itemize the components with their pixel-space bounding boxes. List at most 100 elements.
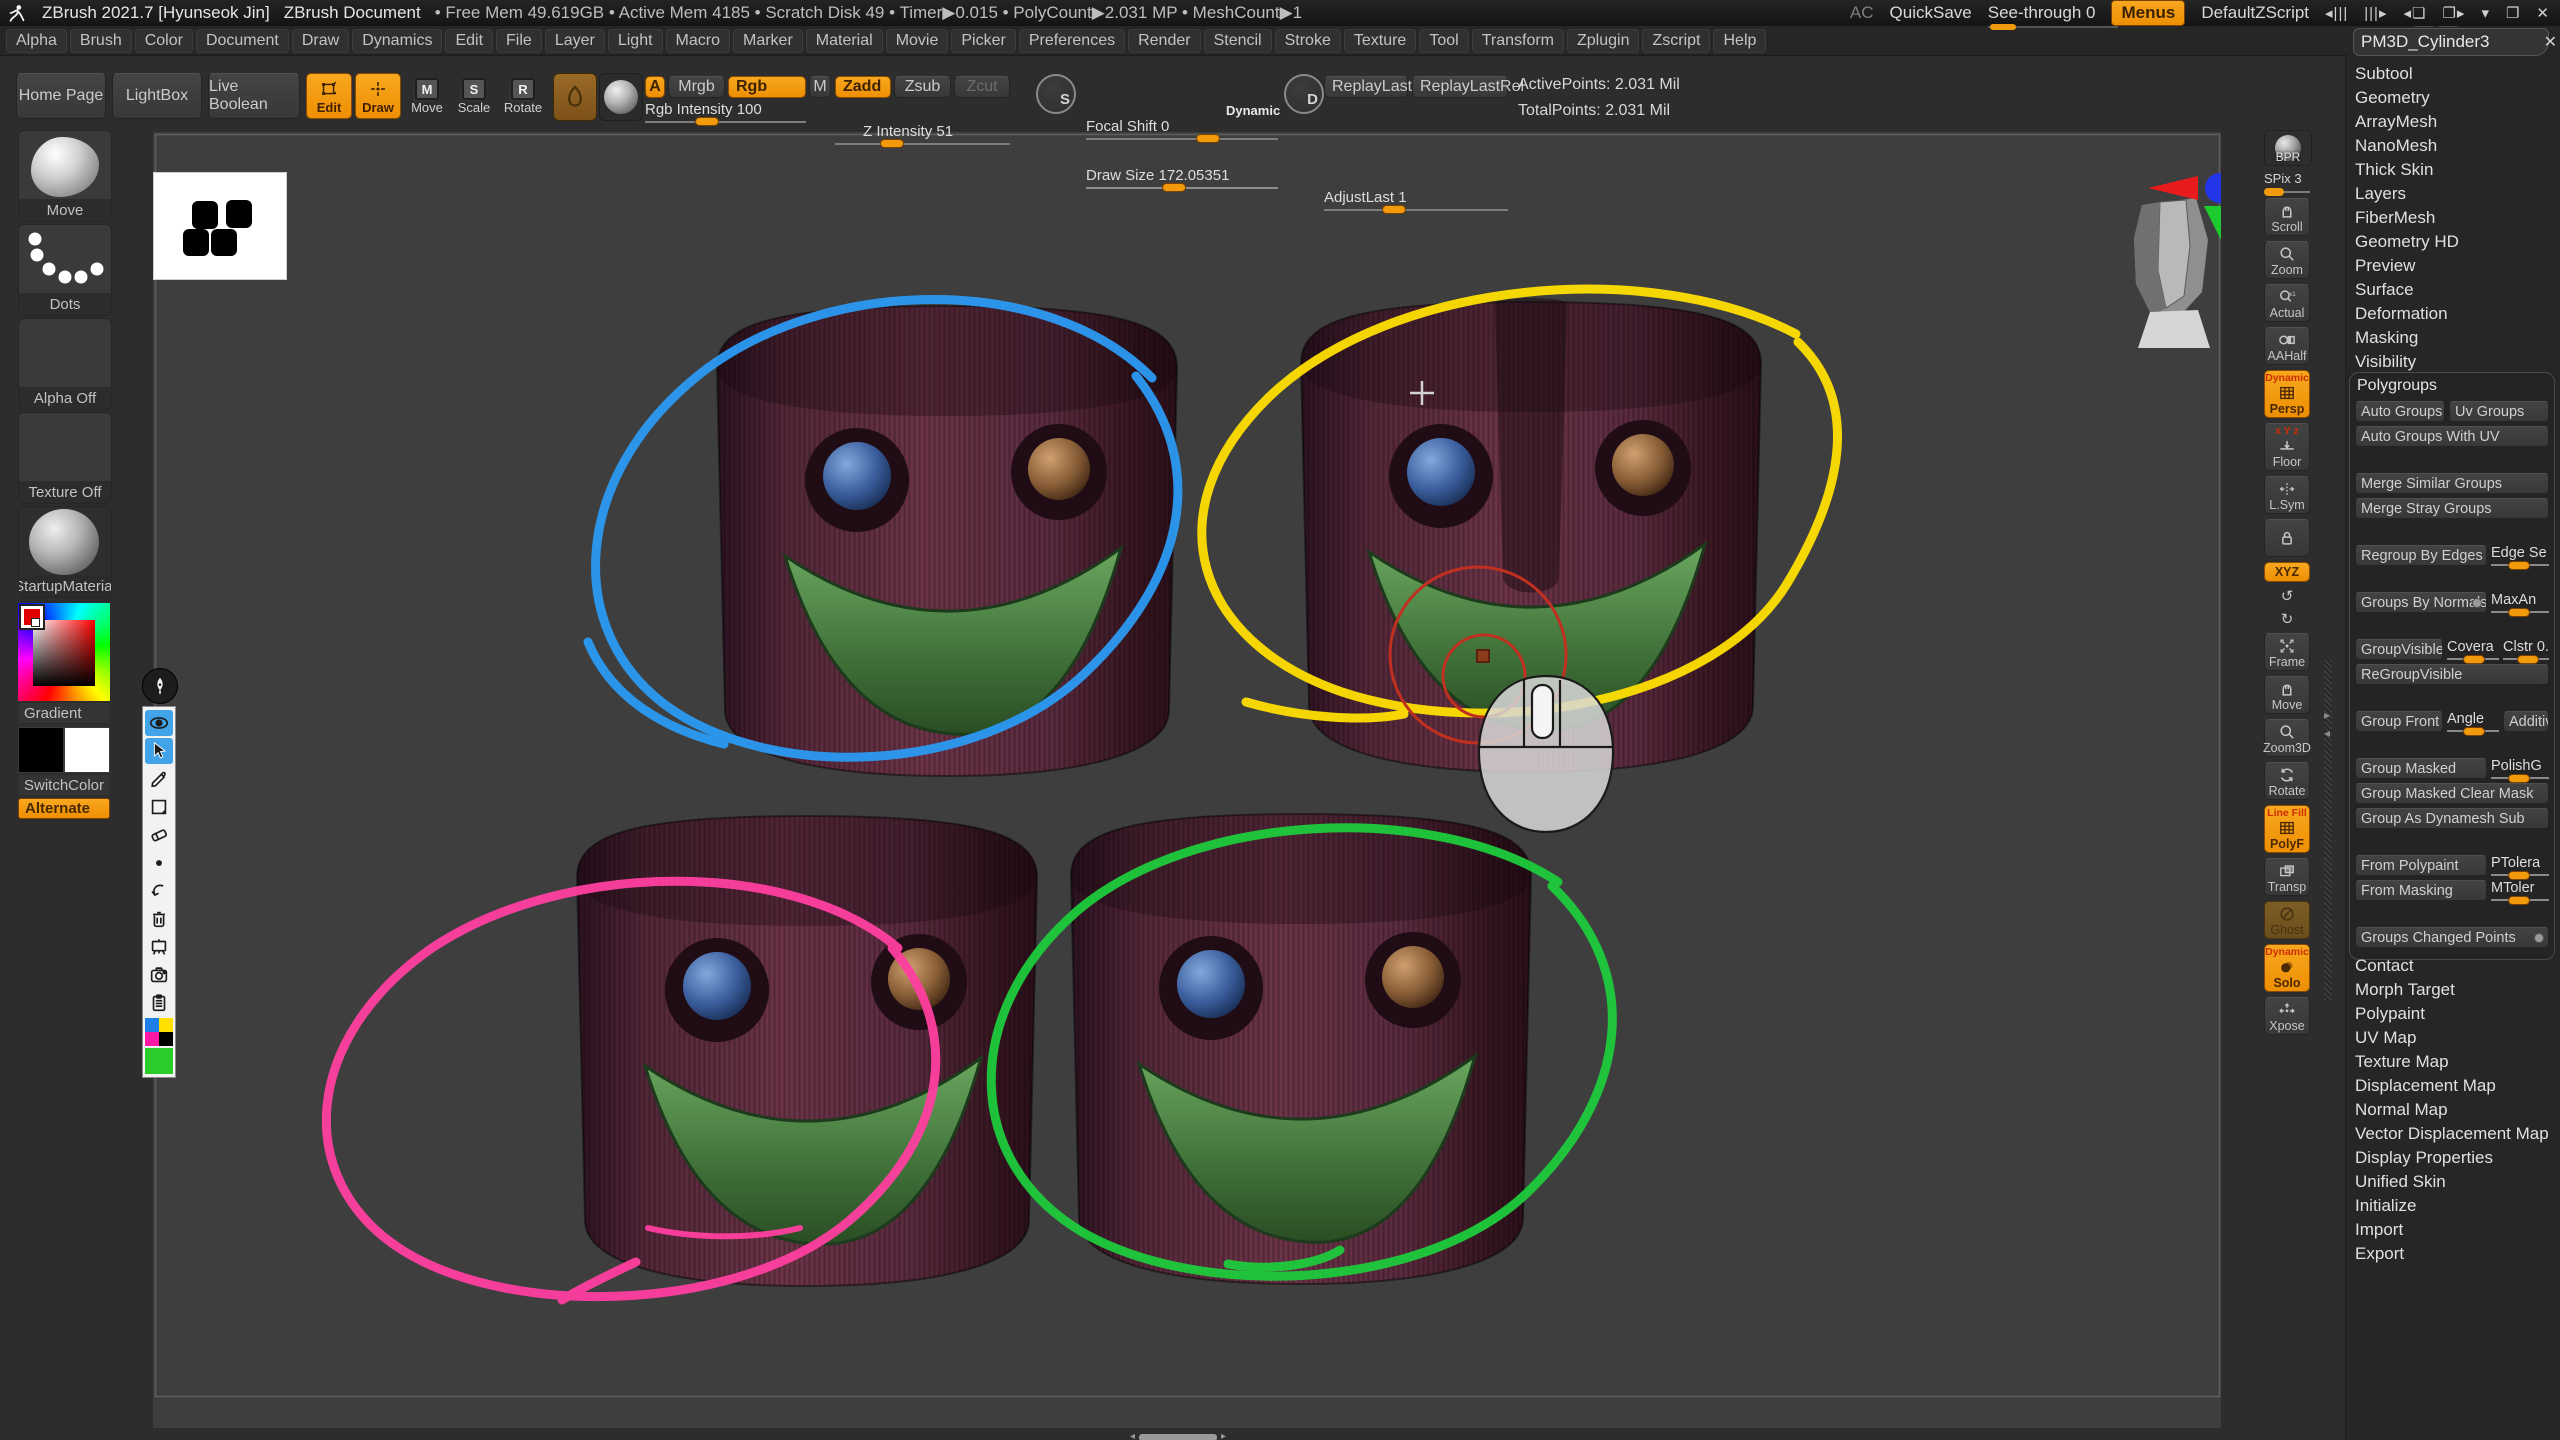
polygroups-button-regroup-by-edges[interactable]: Regroup By Edges	[2355, 545, 2487, 566]
swatch-yellow[interactable]	[159, 1018, 173, 1032]
tool-panel-item-arraymesh[interactable]: ArrayMesh	[2355, 110, 2555, 134]
tool-panel-item-uv-map[interactable]: UV Map	[2355, 1026, 2555, 1050]
slider-handle[interactable]	[2508, 561, 2530, 570]
mrgb-toggle[interactable]: Mrgb	[668, 76, 725, 98]
focal-shift-handle[interactable]	[1196, 134, 1220, 143]
polygroups-button-group-as-dynamesh-sub[interactable]: Group As Dynamesh Sub	[2355, 808, 2549, 829]
switchcolor-swatches[interactable]	[18, 727, 110, 773]
tool-panel-item-morph-target[interactable]: Morph Target	[2355, 978, 2555, 1002]
polygroups-title[interactable]: Polygroups	[2357, 377, 2549, 395]
sidebar-tile-brush-move[interactable]: Move	[18, 130, 112, 222]
polygroups-button-groupvisible[interactable]: GroupVisible	[2355, 639, 2443, 660]
bpr-render-button[interactable]: BPR	[2264, 130, 2312, 166]
color-quad-swatches[interactable]	[145, 1018, 173, 1046]
shelf-button-lock[interactable]	[2264, 519, 2310, 557]
scroll-left-icon[interactable]: ◂	[1130, 1432, 1135, 1440]
right-divider-arrow-icon[interactable]: ◂	[2324, 726, 2330, 740]
ui-shrink-icon[interactable]: ◂|||	[2325, 4, 2348, 22]
shelf-button-xyz[interactable]: XYZ	[2264, 562, 2310, 582]
tool-panel-item-import[interactable]: Import	[2355, 1218, 2555, 1242]
lightbox-button[interactable]: LightBox	[112, 73, 202, 119]
replay-last-button[interactable]: ReplayLast	[1324, 76, 1408, 98]
menu-item-dynamics[interactable]: Dynamics	[352, 29, 442, 53]
shelf-button-transp[interactable]: Transp	[2264, 858, 2310, 896]
tool-panel-item-surface[interactable]: Surface	[2355, 278, 2555, 302]
polygroups-button-groups-by-normals[interactable]: Groups By Normals	[2355, 592, 2487, 613]
strip-tool-undo[interactable]	[145, 878, 173, 904]
shelf-button-ghost[interactable]: Ghost	[2264, 901, 2310, 939]
menu-item-stroke[interactable]: Stroke	[1275, 29, 1341, 53]
adjust-last-handle[interactable]	[1382, 205, 1406, 214]
tool-panel-item-masking[interactable]: Masking	[2355, 326, 2555, 350]
pen-tool-button[interactable]	[142, 668, 178, 704]
shelf-button-scroll[interactable]: Scroll	[2264, 198, 2310, 236]
menu-item-preferences[interactable]: Preferences	[1019, 29, 1125, 53]
shelf-button-xpose[interactable]: Xpose	[2264, 997, 2310, 1035]
polygroups-slider-angle[interactable]: Angle	[2447, 711, 2499, 732]
polygroups-button-additive[interactable]: Additive	[2503, 711, 2549, 732]
polygroups-button-uv-groups[interactable]: Uv Groups	[2449, 401, 2549, 422]
tool-panel-item-normal-map[interactable]: Normal Map	[2355, 1098, 2555, 1122]
draw-size-handle[interactable]	[1162, 183, 1186, 192]
minimize-button[interactable]: ▾	[2481, 4, 2490, 22]
switchcolor-button[interactable]: SwitchColor	[18, 775, 110, 795]
rgb-intensity-slider[interactable]: Rgb Intensity 100	[645, 101, 806, 123]
strip-tool-clipboard[interactable]	[145, 990, 173, 1016]
polygroups-button-from-masking[interactable]: From Masking	[2355, 880, 2487, 901]
strip-tool-trash[interactable]	[145, 906, 173, 932]
strip-tool-camera[interactable]	[145, 962, 173, 988]
slider-handle[interactable]	[2517, 655, 2539, 664]
right-divider-arrow-icon[interactable]: ▸	[2324, 708, 2330, 722]
slider-handle[interactable]	[2508, 608, 2530, 617]
shelf-button-frame[interactable]: Frame	[2264, 633, 2310, 671]
secondary-color-swatch[interactable]	[64, 727, 110, 773]
menu-item-draw[interactable]: Draw	[292, 29, 349, 53]
tool-panel-item-polypaint[interactable]: Polypaint	[2355, 1002, 2555, 1026]
tool-panel-item-subtool[interactable]: Subtool	[2355, 62, 2555, 86]
z-intensity-handle[interactable]	[880, 139, 904, 148]
document-minimap[interactable]	[153, 172, 287, 280]
alternate-button[interactable]: Alternate	[18, 798, 110, 819]
polygroups-slider-clstr-0[interactable]: Clstr 0.	[2503, 639, 2549, 660]
m-toggle[interactable]: M	[809, 76, 831, 98]
tool-panel-item-export[interactable]: Export	[2355, 1242, 2555, 1266]
strip-tool-easel[interactable]	[145, 934, 173, 960]
polygroups-slider-ptolera[interactable]: PTolera	[2491, 855, 2549, 876]
default-zscript-button[interactable]: DefaultZScript	[2201, 3, 2309, 23]
tool-panel-item-fibermesh[interactable]: FiberMesh	[2355, 206, 2555, 230]
spix-handle[interactable]	[2264, 188, 2284, 196]
slider-handle[interactable]	[2508, 871, 2530, 880]
restore-button[interactable]: ❐	[2506, 4, 2520, 22]
menu-item-color[interactable]: Color	[135, 29, 193, 53]
shelf-button-persp[interactable]: Dynamic Persp	[2264, 370, 2310, 418]
polygroups-slider-edge-se[interactable]: Edge Se	[2491, 545, 2549, 566]
move-button[interactable]: M Move	[405, 73, 449, 119]
strip-tool-eye[interactable]	[145, 710, 173, 736]
swatch-magenta[interactable]	[145, 1032, 159, 1046]
shelf-button-floor[interactable]: x Y z Floor	[2264, 423, 2310, 471]
polygroups-button-merge-stray-groups[interactable]: Merge Stray Groups	[2355, 498, 2549, 519]
rgb-toggle[interactable]: Rgb	[728, 76, 806, 98]
polygroups-button-group-masked-clear-mask[interactable]: Group Masked Clear Mask	[2355, 783, 2549, 804]
menu-item-macro[interactable]: Macro	[666, 29, 730, 53]
slider-handle[interactable]	[2463, 655, 2485, 664]
menu-item-zscript[interactable]: Zscript	[1642, 29, 1710, 53]
menu-item-stencil[interactable]: Stencil	[1204, 29, 1272, 53]
menu-item-alpha[interactable]: Alpha	[6, 29, 67, 53]
strip-tool-pencil[interactable]	[145, 766, 173, 792]
tool-panel-item-nanomesh[interactable]: NanoMesh	[2355, 134, 2555, 158]
scroll-thumb[interactable]	[1139, 1434, 1217, 1440]
shelf-button-solo[interactable]: Dynamic Solo	[2264, 944, 2310, 992]
dynamic-draw-badge[interactable]: D	[1284, 74, 1324, 114]
spix-slider[interactable]: SPix 3	[2264, 171, 2310, 193]
strip-tool-frame[interactable]	[145, 794, 173, 820]
see-through-slider[interactable]: See-through 0	[1988, 3, 2096, 23]
polygroups-button-group-front[interactable]: Group Front	[2355, 711, 2443, 732]
polygroups-slider-polishg[interactable]: PolishG	[2491, 758, 2549, 779]
sidebar-tile-stroke-dots[interactable]: Dots	[18, 224, 112, 316]
slider-handle[interactable]	[2508, 774, 2530, 783]
shelf-button-polyf[interactable]: Line Fill PolyF	[2264, 805, 2310, 853]
polygroups-button-merge-similar-groups[interactable]: Merge Similar Groups	[2355, 473, 2549, 494]
menu-item-brush[interactable]: Brush	[70, 29, 132, 53]
window-cycle-left-icon[interactable]: ◂❏	[2403, 4, 2426, 22]
